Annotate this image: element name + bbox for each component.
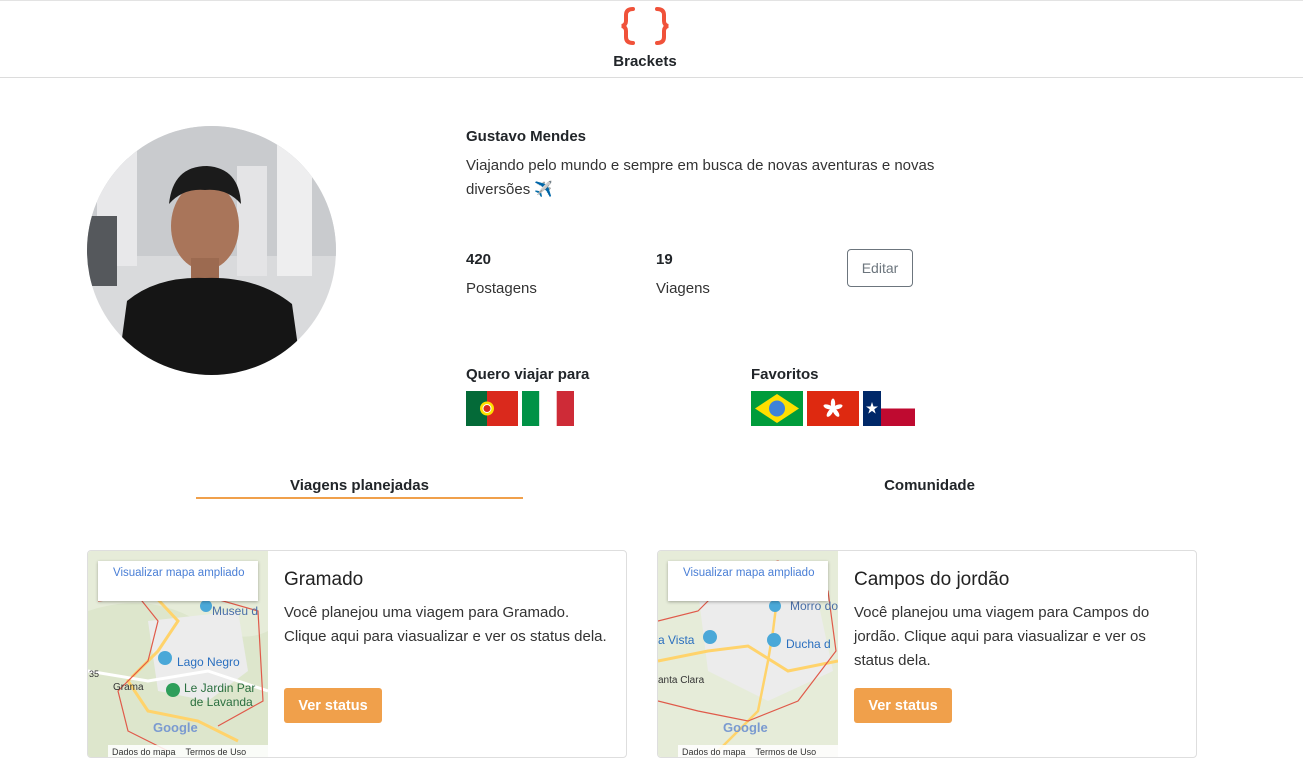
map-place-label: Museu d (212, 604, 258, 618)
profile-avatar (87, 126, 336, 375)
trip-map-gramado[interactable]: Museu d Lago Negro Le Jardin Par de Lava… (88, 551, 269, 757)
trip-title: Campos do jordão (854, 569, 1010, 590)
trips-count: 19 (656, 251, 673, 268)
favorites-flags (751, 391, 915, 426)
trip-description: Você planejou uma viagem para Campos do … (854, 604, 1150, 669)
google-logo: Google (153, 720, 198, 735)
italy-flag-icon[interactable] (522, 391, 574, 426)
terms-of-use-link[interactable]: Termos de Uso (756, 745, 817, 757)
map-place-label: Lago Negro (177, 655, 240, 669)
google-logo: Google (723, 720, 768, 735)
view-larger-map-link[interactable]: Visualizar mapa ampliado (668, 561, 828, 601)
tab-planned-trips[interactable]: Viagens planejadas (196, 477, 523, 494)
tab-community[interactable]: Comunidade (766, 477, 1093, 494)
brand-name[interactable]: Brackets (0, 53, 1290, 70)
edit-profile-button[interactable]: Editar (847, 249, 913, 287)
map-attribution: Dados do mapa Termos de Uso (108, 745, 268, 757)
map-data-link[interactable]: Dados do mapa (112, 745, 176, 757)
map-place-label: de Lavanda (190, 695, 253, 709)
hong-kong-flag-icon[interactable] (807, 391, 859, 426)
trip-card-campos-do-jordao[interactable]: Morro do a Vista Ducha d anta Clara Goog… (657, 550, 1197, 758)
texas-flag-icon[interactable] (863, 391, 915, 426)
map-place-label: Le Jardin Par (184, 681, 255, 695)
brazil-flag-icon[interactable] (751, 391, 803, 426)
wishlist-flags (466, 391, 574, 426)
trip-map-campos-do-jordao[interactable]: Morro do a Vista Ducha d anta Clara Goog… (658, 551, 838, 757)
profile-bio: Viajando pelo mundo e sempre em busca de… (466, 157, 935, 198)
map-place-label: Morro do (790, 599, 838, 613)
trip-title: Gramado (284, 569, 364, 590)
wishlist-title: Quero viajar para (466, 366, 590, 383)
profile-name: Gustavo Mendes (466, 128, 587, 145)
map-place-label: Ducha d (786, 637, 831, 651)
view-larger-map-link[interactable]: Visualizar mapa ampliado (98, 561, 258, 601)
map-place-label: Grama (113, 682, 144, 693)
view-status-button[interactable]: Ver status (284, 688, 382, 723)
map-place-label: anta Clara (658, 675, 705, 686)
brackets-logo-icon[interactable] (619, 5, 671, 47)
map-place-label: a Vista (658, 633, 695, 647)
trip-description: Você planejou uma viagem para Gramado. C… (284, 604, 607, 645)
posts-label: Postagens (466, 280, 537, 297)
trip-card-gramado[interactable]: Museu d Lago Negro Le Jardin Par de Lava… (87, 550, 627, 758)
map-place-label: 35 (89, 669, 99, 679)
top-navbar: Brackets (0, 0, 1303, 78)
favorites-title: Favoritos (751, 366, 819, 383)
map-data-link[interactable]: Dados do mapa (682, 745, 746, 757)
portugal-flag-icon[interactable] (466, 391, 518, 426)
active-tab-underline (196, 497, 523, 499)
terms-of-use-link[interactable]: Termos de Uso (186, 745, 247, 757)
view-status-button[interactable]: Ver status (854, 688, 952, 723)
trips-label: Viagens (656, 280, 710, 297)
posts-count: 420 (466, 251, 492, 268)
map-attribution: Dados do mapa Termos de Uso (678, 745, 838, 757)
